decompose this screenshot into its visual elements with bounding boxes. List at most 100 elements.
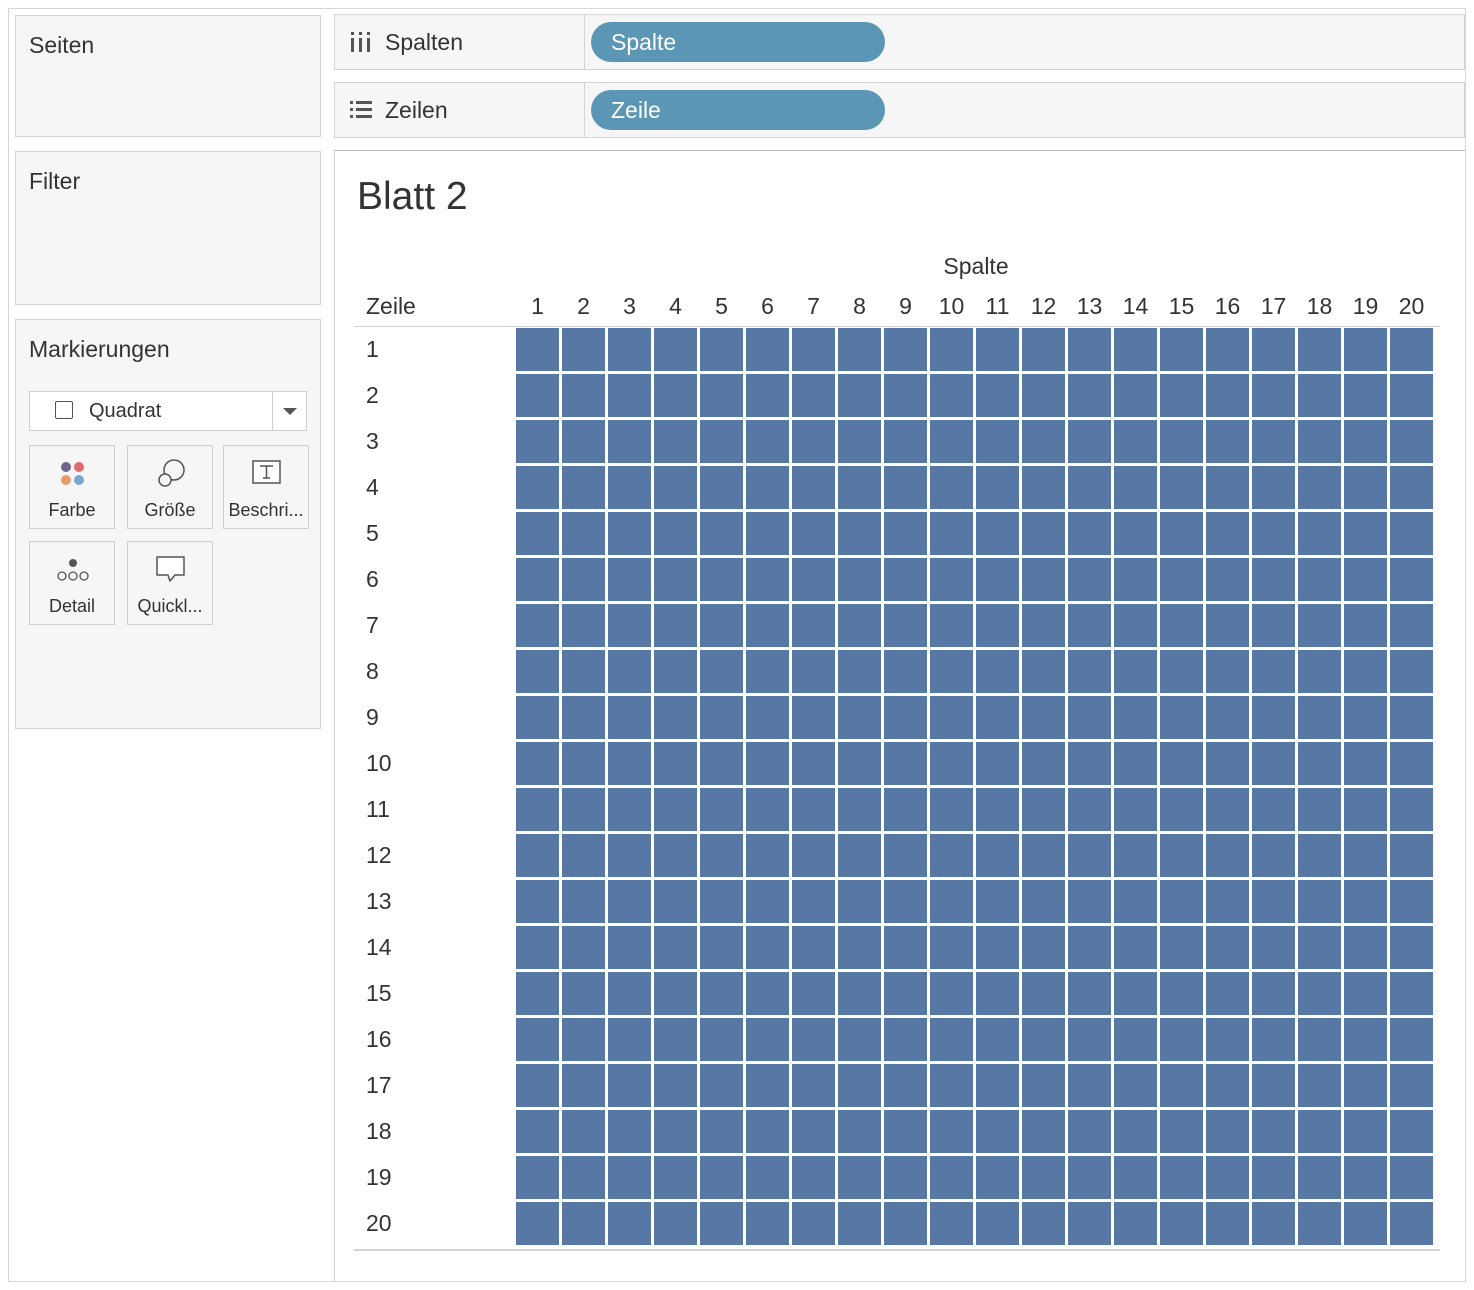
detail-button[interactable]: Detail: [29, 541, 115, 625]
square-mark: [1160, 1156, 1203, 1199]
square-mark: [608, 926, 651, 969]
square-mark: [884, 742, 927, 785]
columns-shelf[interactable]: Spalten Spalte: [334, 14, 1465, 70]
square-mark: [1206, 1064, 1249, 1107]
square-mark: [746, 926, 789, 969]
square-mark: [976, 1202, 1019, 1245]
square-mark: [976, 558, 1019, 601]
square-mark: [654, 604, 697, 647]
columns-shelf-title: Spalten: [385, 28, 464, 55]
square-mark: [1206, 1202, 1249, 1245]
square-mark: [746, 742, 789, 785]
chevron-down-icon[interactable]: [283, 408, 297, 415]
square-mark: [746, 1202, 789, 1245]
filters-title: Filter: [29, 168, 81, 194]
column-field-pill[interactable]: Spalte: [591, 22, 885, 62]
square-mark: [1206, 972, 1249, 1015]
square-mark: [608, 604, 651, 647]
square-mark: [1022, 650, 1065, 693]
square-mark: [838, 1156, 881, 1199]
tooltip-label: Quickl...: [137, 596, 203, 616]
square-mark: [792, 880, 835, 923]
column-tick-label: 20: [1399, 293, 1425, 319]
color-button[interactable]: Farbe: [29, 445, 115, 529]
square-mark: [1344, 1202, 1387, 1245]
square-mark: [700, 420, 743, 463]
square-mark: [654, 972, 697, 1015]
square-mark: [562, 466, 605, 509]
row-tick-label: 5: [366, 520, 379, 546]
row-tick-label: 14: [366, 934, 392, 960]
square-mark: [1022, 972, 1065, 1015]
square-mark: [1344, 466, 1387, 509]
square-mark: [516, 788, 559, 831]
square-mark: [1160, 650, 1203, 693]
size-icon: [158, 459, 185, 487]
column-tick-label: 3: [623, 293, 636, 319]
square-mark: [838, 880, 881, 923]
square-mark: [1022, 1202, 1065, 1245]
square-mark: [976, 1018, 1019, 1061]
square-mark: [976, 1156, 1019, 1199]
tooltip-icon: [156, 556, 185, 582]
square-mark: [930, 880, 973, 923]
square-mark: [884, 880, 927, 923]
square-mark: [746, 374, 789, 417]
row-tick-label: 8: [366, 658, 379, 684]
square-mark: [746, 558, 789, 601]
size-button[interactable]: Größe: [127, 445, 213, 529]
square-mark: [1344, 1156, 1387, 1199]
square-mark: [1022, 558, 1065, 601]
row-field-pill[interactable]: Zeile: [591, 90, 885, 130]
square-mark: [654, 1202, 697, 1245]
square-mark: [1344, 1018, 1387, 1061]
square-mark: [608, 742, 651, 785]
square-mark: [976, 972, 1019, 1015]
square-mark: [930, 1064, 973, 1107]
square-mark: [608, 374, 651, 417]
square-mark: [1344, 650, 1387, 693]
square-mark: [700, 558, 743, 601]
square-mark: [838, 742, 881, 785]
square-mark: [792, 1156, 835, 1199]
column-tick-label: 1: [531, 293, 544, 319]
tooltip-button[interactable]: Quickl...: [127, 541, 213, 625]
pages-title: Seiten: [29, 32, 95, 58]
column-tick-label: 19: [1353, 293, 1379, 319]
square-mark: [1298, 420, 1341, 463]
square-mark: [1252, 604, 1295, 647]
square-mark: [1344, 788, 1387, 831]
label-button[interactable]: Beschri...: [223, 445, 309, 529]
marks-title: Markierungen: [29, 336, 170, 362]
rows-shelf[interactable]: Zeilen Zeile: [334, 82, 1465, 138]
square-mark: [608, 788, 651, 831]
row-tick-label: 6: [366, 566, 379, 592]
square-mark: [562, 696, 605, 739]
square-mark: [1114, 1018, 1157, 1061]
square-mark: [1160, 420, 1203, 463]
square-mark: [1252, 558, 1295, 601]
square-mark: [1160, 374, 1203, 417]
square-mark: [884, 1064, 927, 1107]
square-mark: [1298, 1018, 1341, 1061]
square-mark: [1022, 512, 1065, 555]
detail-label: Detail: [48, 596, 96, 616]
square-mark: [1298, 926, 1341, 969]
square-mark: [792, 1110, 835, 1153]
square-mark: [1022, 696, 1065, 739]
square-mark: [1344, 512, 1387, 555]
square-mark: [884, 1110, 927, 1153]
square-mark: [1344, 696, 1387, 739]
label-label: Beschri...: [228, 500, 304, 520]
square-mark: [1160, 696, 1203, 739]
square-mark: [930, 834, 973, 877]
square-mark: [654, 512, 697, 555]
mark-type-dropdown[interactable]: Quadrat: [29, 391, 307, 431]
square-mark: [562, 972, 605, 1015]
square-mark: [1068, 972, 1111, 1015]
square-mark: [792, 466, 835, 509]
square-mark: [1344, 834, 1387, 877]
square-mark: [516, 696, 559, 739]
square-mark: [1390, 788, 1433, 831]
square-mark: [1068, 558, 1111, 601]
